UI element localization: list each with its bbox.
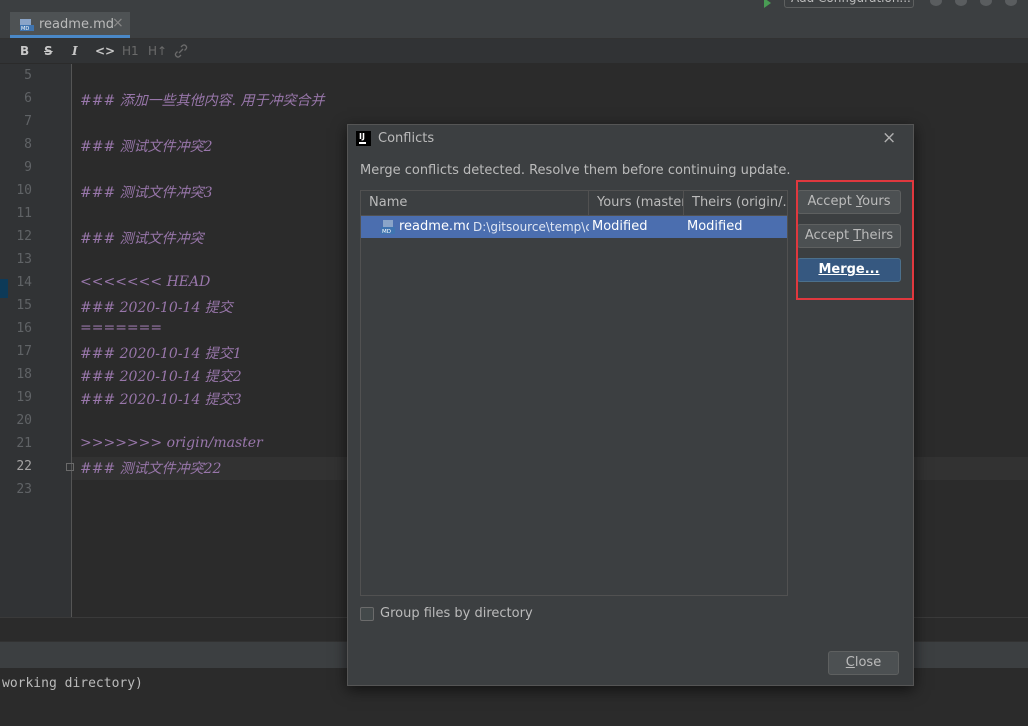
italic-icon[interactable]: I <box>72 42 78 60</box>
strikethrough-icon[interactable]: S <box>44 42 53 60</box>
editor-tab-bar: MD readme.md × <box>0 12 1028 39</box>
code-line[interactable]: ### 2020-10-14 提交1 <box>80 343 242 363</box>
row-file-path: D:\gitsource\temp\c <box>473 220 589 234</box>
code-line[interactable]: ### 添加一些其他内容. 用于冲突合并 <box>80 90 325 110</box>
button-label: lose <box>854 655 882 670</box>
tab-label: readme.md <box>39 17 114 32</box>
line-number: 8 <box>24 137 32 152</box>
highlight-box <box>796 180 914 300</box>
svg-text:MD: MD <box>21 26 29 31</box>
row-file-name: readme.md <box>399 219 469 234</box>
svg-text:MD: MD <box>382 229 391 234</box>
fold-marker-icon[interactable] <box>66 463 74 471</box>
close-icon[interactable]: × <box>112 15 124 31</box>
line-number: 18 <box>16 367 32 382</box>
line-number-gutter: 5 6 7 8 9 10 11 12 13 14 15 16 17 18 19 20 21 22 23 <box>0 64 72 617</box>
row-yours-status: Modified <box>592 219 648 234</box>
markdown-toolbar: B S I <> H1 H↑ <box>0 39 1028 64</box>
stop-icon[interactable] <box>1005 0 1017 6</box>
bold-icon[interactable]: B <box>20 42 29 60</box>
conflicts-table[interactable]: Name Yours (master) Theirs (origin/... M… <box>360 190 788 596</box>
debug-icon[interactable] <box>930 0 942 6</box>
group-by-directory-checkbox[interactable] <box>360 607 374 621</box>
line-number: 11 <box>16 206 32 221</box>
line-number: 10 <box>16 183 32 198</box>
line-number: 6 <box>24 91 32 106</box>
line-number: 7 <box>24 114 32 129</box>
dialog-title: Conflicts <box>378 131 435 146</box>
code-line[interactable]: ### 2020-10-14 提交 <box>80 297 233 317</box>
table-row[interactable]: MD readme.md D:\gitsource\temp\c Modifie… <box>361 216 787 238</box>
line-number: 13 <box>16 252 32 267</box>
profile-icon[interactable] <box>980 0 992 6</box>
code-line[interactable]: >>>>>>> origin/master <box>80 435 263 451</box>
line-number: 19 <box>16 390 32 405</box>
line-number: 21 <box>16 436 32 451</box>
conflict-message: Merge conflicts detected. Resolve them b… <box>360 163 791 178</box>
column-theirs[interactable]: Theirs (origin/... <box>684 191 787 215</box>
line-number: 12 <box>16 229 32 244</box>
line-number: 17 <box>16 344 32 359</box>
code-line[interactable]: ### 测试文件冲突2 <box>80 136 213 156</box>
intellij-logo-icon: IJ <box>356 131 371 146</box>
button-mnemonic: C <box>845 655 855 670</box>
tab-readme[interactable]: MD readme.md × <box>10 12 130 38</box>
column-name[interactable]: Name <box>361 191 589 215</box>
conflicts-dialog: IJ Conflicts × Merge conflicts detected.… <box>347 124 914 686</box>
line-number: 14 <box>16 275 32 290</box>
line-number: 5 <box>24 68 32 83</box>
run-icon[interactable] <box>764 0 771 8</box>
line-number: 23 <box>16 482 32 497</box>
coverage-icon[interactable] <box>955 0 967 6</box>
line-number: 20 <box>16 413 32 428</box>
markdown-file-icon: MD <box>381 220 395 234</box>
add-configuration-button[interactable]: Add Configuration... <box>784 0 914 8</box>
close-button[interactable]: Close <box>828 651 899 675</box>
code-line[interactable]: ### 2020-10-14 提交2 <box>80 366 242 386</box>
line-number: 16 <box>16 321 32 336</box>
code-line[interactable]: ### 2020-10-14 提交3 <box>80 389 242 409</box>
line-number: 9 <box>24 160 32 175</box>
link-icon[interactable] <box>174 44 188 58</box>
main-toolbar: Add Configuration... <box>0 0 1028 12</box>
header2-icon[interactable]: H↑ <box>148 42 167 60</box>
close-icon[interactable]: × <box>882 128 896 148</box>
line-number: 15 <box>16 298 32 313</box>
code-line[interactable]: ### 测试文件冲突22 <box>80 458 221 478</box>
column-yours[interactable]: Yours (master) <box>589 191 684 215</box>
row-theirs-status: Modified <box>687 219 743 234</box>
code-line[interactable]: ======= <box>80 320 162 336</box>
code-line[interactable]: <<<<<<< HEAD <box>80 274 210 290</box>
table-header: Name Yours (master) Theirs (origin/... <box>361 191 787 216</box>
code-line[interactable]: ### 测试文件冲突 <box>80 228 204 248</box>
code-line[interactable]: ### 测试文件冲突3 <box>80 182 213 202</box>
console-output: working directory) <box>2 676 143 691</box>
group-by-directory-label[interactable]: Group files by directory <box>380 606 533 621</box>
markdown-file-icon: MD <box>20 19 34 31</box>
code-icon[interactable]: <> <box>95 42 115 60</box>
line-number: 22 <box>16 459 32 474</box>
header1-icon[interactable]: H1 <box>122 42 139 60</box>
